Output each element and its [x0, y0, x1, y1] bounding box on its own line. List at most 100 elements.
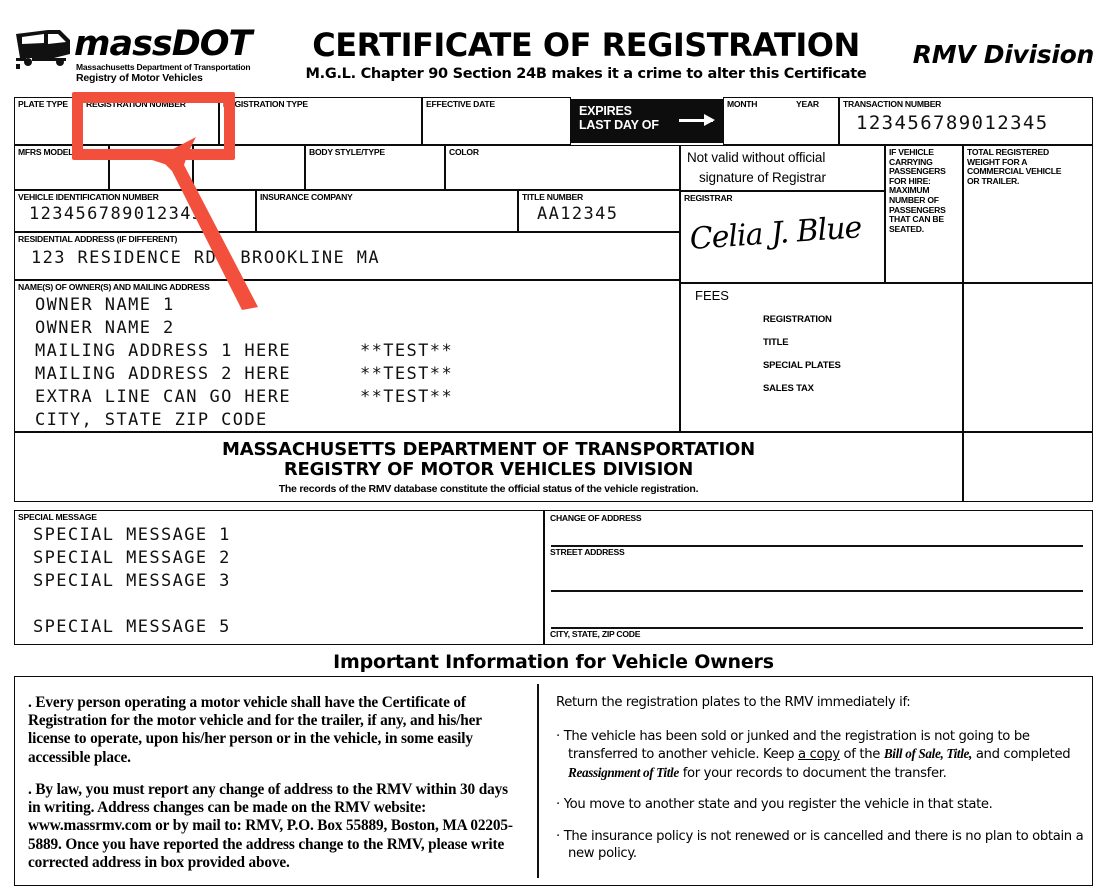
body-text: for your records to document the transfe… [678, 765, 947, 781]
important-info-right-bullet-2: · The insurance policy is not renewed or… [556, 828, 1084, 863]
change-of-address-rule-1 [551, 545, 1083, 548]
plate-type-label: PLATE TYPE [18, 99, 68, 109]
title-number-value: AA12345 [537, 204, 619, 224]
owner-mark-4: **TEST** [360, 387, 454, 407]
change-of-address-rule-2 [551, 590, 1083, 593]
fees-block: FEES REGISTRATION TITLE SPECIAL PLATES S… [680, 283, 963, 432]
fees-amount-box[interactable] [963, 283, 1093, 432]
department-banner-line-3: The records of the RMV database constitu… [278, 483, 699, 495]
body-text: of the [839, 747, 884, 763]
document-header: massDOT Massachusetts Department of Tran… [14, 24, 1095, 92]
effective-date-label: EFFECTIVE DATE [426, 99, 495, 109]
expires-label-line1: EXPIRES [579, 104, 632, 118]
expires-arrow-icon [679, 114, 715, 126]
registration-number-pointer-arrow [152, 137, 258, 310]
registrar-label: REGISTRAR [684, 193, 733, 203]
emphasis-text: Bill of Sale, Title, [883, 746, 972, 762]
special-message-line-0: SPECIAL MESSAGE 1 [33, 525, 231, 545]
total-registered-weight-label: TOTAL REGISTERED WEIGHT FOR A COMMERCIAL… [967, 147, 1062, 186]
body-text: You move to another state and you regist… [563, 797, 993, 813]
fees-item-special-plates: SPECIAL PLATES [763, 360, 841, 371]
owner-line-5: CITY, STATE ZIP CODE [35, 410, 268, 430]
fees-item-sales-tax: SALES TAX [763, 383, 814, 394]
registrar-signature: Celia J. Blue [688, 210, 863, 257]
title-number-label: TITLE NUMBER [522, 192, 583, 202]
bullet-marker: · [556, 729, 564, 744]
not-valid-line-2: signature of Registrar [699, 170, 826, 185]
registrar-signature-field: REGISTRAR Celia J. Blue [680, 191, 885, 283]
owner-line-4: EXTRA LINE CAN GO HERE [35, 387, 291, 407]
bullet-marker: · [556, 797, 564, 813]
emphasis-text: Reassignment of Title [568, 764, 679, 780]
logo-wordmark: massDOT [74, 24, 252, 64]
body-text: The insurance policy is not renewed or i… [563, 828, 1084, 862]
change-of-address-block[interactable]: CHANGE OF ADDRESS STREET ADDRESS CITY, S… [544, 510, 1093, 645]
body-text: and completed [971, 747, 1071, 763]
fees-item-title: TITLE [763, 337, 789, 348]
owner-line-3: MAILING ADDRESS 2 HERE [35, 364, 291, 384]
important-info-right-bullet-0: · The vehicle has been sold or junked an… [556, 728, 1084, 782]
important-info-right-bullet-1: · You move to another state and you regi… [556, 796, 1084, 813]
department-banner: MASSACHUSETTS DEPARTMENT OF TRANSPORTATI… [14, 432, 963, 502]
expires-block: EXPIRES LAST DAY OF [571, 99, 723, 143]
underlined-text: a copy [798, 747, 840, 763]
owner-mark-2: **TEST** [360, 341, 454, 361]
massdot-logo-mark [16, 30, 70, 69]
registration-certificate-page: massDOT Massachusetts Department of Tran… [0, 0, 1107, 896]
passengers-for-hire-field[interactable]: IF VEHICLE CARRYING PASSENGERS FOR HIRE:… [885, 145, 963, 283]
bullet-marker: · [556, 828, 564, 844]
department-banner-line-1: MASSACHUSETTS DEPARTMENT OF TRANSPORTATI… [222, 439, 755, 460]
expires-label-line2: LAST DAY OF [579, 118, 659, 132]
owner-line-1: OWNER NAME 2 [35, 318, 175, 338]
special-message-line-4: SPECIAL MESSAGE 5 [33, 617, 231, 637]
rmv-division-label: RMV Division [912, 40, 1095, 69]
color-field[interactable]: COLOR [445, 145, 680, 190]
body-style-type-field[interactable]: BODY STYLE/TYPE [305, 145, 445, 190]
special-message-block: SPECIAL MESSAGE SPECIAL MESSAGE 1 SPECIA… [14, 510, 544, 645]
document-subtitle: M.G.L. Chapter 90 Section 24B makes it a… [305, 66, 867, 82]
residential-address-field[interactable]: RESIDENTIAL ADDRESS (IF DIFFERENT) 123 R… [14, 232, 680, 280]
special-message-line-1: SPECIAL MESSAGE 2 [33, 548, 231, 568]
important-info-heading: Important Information for Vehicle Owners [333, 651, 774, 673]
month-label: MONTH [727, 99, 758, 109]
important-info-left-bullet-1: . By law, you must report any change of … [28, 781, 523, 872]
title-number-field[interactable]: TITLE NUMBER AA12345 [518, 190, 680, 232]
month-year-field[interactable]: MONTH YEAR [723, 97, 839, 145]
transaction-number-field[interactable]: TRANSACTION NUMBER 123456789012345 [839, 97, 1093, 145]
important-info-left-bullet-0: . Every person operating a motor vehicle… [28, 694, 518, 767]
owner-mark-3: **TEST** [360, 364, 454, 384]
total-registered-weight-field[interactable]: TOTAL REGISTERED WEIGHT FOR A COMMERCIAL… [963, 145, 1093, 283]
body-style-type-label: BODY STYLE/TYPE [309, 147, 385, 157]
color-label: COLOR [449, 147, 479, 157]
registration-type-label: REGISTRATION TYPE [223, 99, 308, 109]
year-label: YEAR [796, 99, 819, 109]
important-info-divider [537, 684, 540, 878]
city-state-zip-label: CITY, STATE, ZIP CODE [550, 629, 641, 639]
special-message-label: SPECIAL MESSAGE [18, 512, 97, 522]
special-message-line-2: SPECIAL MESSAGE 3 [33, 571, 231, 591]
important-info-left-bullet-1-text: By law, you must report any change of ad… [28, 781, 513, 871]
transaction-number-label: TRANSACTION NUMBER [843, 99, 942, 109]
department-banner-side-box [963, 432, 1093, 502]
passengers-for-hire-label: IF VEHICLE CARRYING PASSENGERS FOR HIRE:… [889, 147, 946, 234]
document-title: CERTIFICATE OF REGISTRATION [312, 26, 860, 64]
logo-subtitle-2: Registry of Motor Vehicles [76, 72, 203, 84]
important-info-right-intro: Return the registration plates to the RM… [556, 695, 911, 710]
fees-item-registration: REGISTRATION [763, 314, 832, 325]
owner-mailing-address-block[interactable]: NAME(S) OF OWNER(S) AND MAILING ADDRESS … [14, 280, 680, 432]
owner-line-2: MAILING ADDRESS 1 HERE [35, 341, 291, 361]
important-info-right-bullets: · The vehicle has been sold or junked an… [556, 728, 1084, 876]
vin-label: VEHICLE IDENTIFICATION NUMBER [18, 192, 159, 202]
street-address-label: STREET ADDRESS [550, 547, 625, 557]
change-of-address-label: CHANGE OF ADDRESS [550, 513, 642, 523]
massdot-logo: massDOT Massachusetts Department of Tran… [14, 24, 264, 86]
not-valid-line-1: Not valid without official [687, 150, 826, 165]
effective-date-field[interactable]: EFFECTIVE DATE [422, 97, 571, 145]
fees-title: FEES [695, 288, 729, 303]
transaction-number-value: 123456789012345 [856, 112, 1049, 134]
important-info-left-bullet-0-text: Every person operating a motor vehicle s… [28, 694, 482, 766]
insurance-company-field[interactable]: INSURANCE COMPANY [256, 190, 518, 232]
not-valid-notice: Not valid without official signature of … [680, 145, 885, 191]
department-banner-line-2: REGISTRY OF MOTOR VEHICLES DIVISION [283, 459, 694, 480]
logo-subtitle-1: Massachusetts Department of Transportati… [76, 62, 251, 72]
